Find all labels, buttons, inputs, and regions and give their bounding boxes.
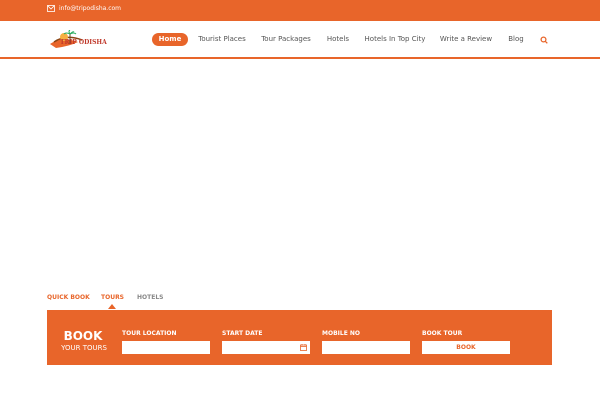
top-bar: info@tripodisha.com bbox=[0, 0, 600, 21]
email-text: info@tripodisha.com bbox=[59, 5, 122, 12]
tab-tours[interactable]: TOURS bbox=[101, 294, 124, 301]
nav-item-write-review[interactable]: Write a Review bbox=[438, 33, 494, 46]
booking-tabs: QUICK BOOK TOURS HOTELS bbox=[47, 294, 347, 310]
booking-form: BOOK YOUR TOURS TOUR LOCATION START DATE… bbox=[47, 310, 552, 365]
tour-location-label: TOUR LOCATION bbox=[122, 330, 177, 337]
main-nav: Home Tourist Places Tour Packages Hotels… bbox=[0, 33, 600, 47]
email-contact[interactable]: info@tripodisha.com bbox=[47, 5, 121, 12]
booking-subtitle: YOUR TOURS bbox=[61, 344, 107, 352]
tab-hotels[interactable]: HOTELS bbox=[137, 294, 163, 301]
booking-title: BOOK bbox=[63, 329, 103, 343]
nav-item-hotels-in-top-city[interactable]: Hotels In Top City bbox=[362, 33, 428, 46]
calendar-icon[interactable] bbox=[300, 344, 307, 351]
nav-item-hotels[interactable]: Hotels bbox=[324, 33, 352, 46]
search-icon[interactable] bbox=[538, 34, 550, 46]
start-date-label: START DATE bbox=[222, 330, 263, 337]
active-tab-pointer bbox=[108, 304, 116, 309]
mobile-no-label: MOBILE NO bbox=[322, 330, 361, 337]
tab-quick-book[interactable]: QUICK BOOK bbox=[47, 294, 90, 301]
nav-item-home[interactable]: Home bbox=[152, 33, 188, 46]
nav-item-tourist-places[interactable]: Tourist Places bbox=[196, 33, 248, 46]
nav-item-tour-packages[interactable]: Tour Packages bbox=[258, 33, 314, 46]
nav-item-blog[interactable]: Blog bbox=[504, 33, 528, 46]
site-header: TRIP ODISHA Home Tourist Places Tour Pac… bbox=[0, 21, 600, 59]
start-date-input[interactable] bbox=[222, 341, 310, 354]
mobile-no-input[interactable] bbox=[322, 341, 410, 354]
tour-location-input[interactable] bbox=[122, 341, 210, 354]
book-tour-label: BOOK TOUR bbox=[422, 330, 463, 337]
mail-icon bbox=[47, 5, 55, 12]
book-button[interactable]: BOOK bbox=[422, 341, 510, 354]
